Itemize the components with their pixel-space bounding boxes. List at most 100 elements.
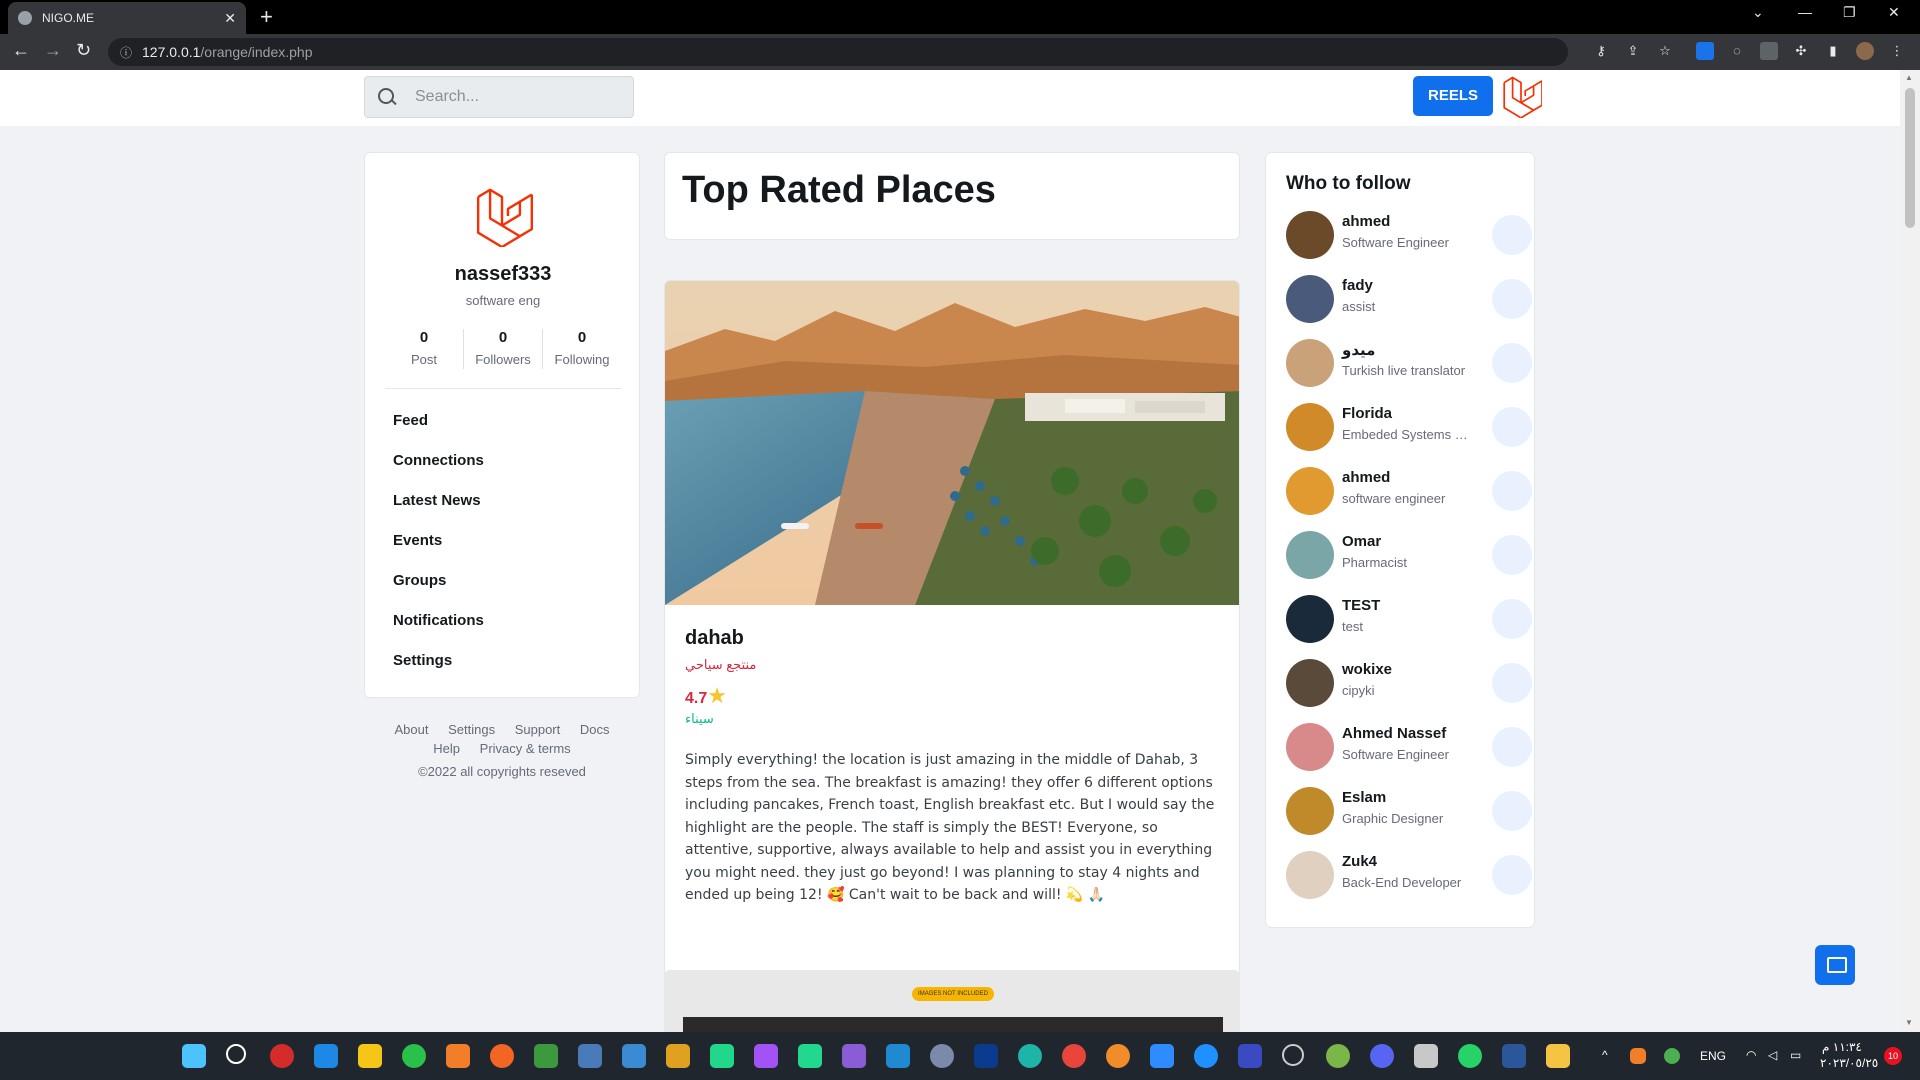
extensions-puzzle-icon[interactable]: ✣ xyxy=(1792,42,1810,60)
bookmark-star-icon[interactable]: ☆ xyxy=(1656,42,1674,60)
avatar[interactable] xyxy=(1286,787,1334,835)
app-icon-whatsapp[interactable] xyxy=(1458,1044,1482,1068)
avatar[interactable] xyxy=(1286,851,1334,899)
app-icon-vscode[interactable] xyxy=(886,1044,910,1068)
tab-search-chevron-icon[interactable]: ⌄ xyxy=(1752,4,1764,21)
follow-suggestion[interactable]: Ahmed Nassef Software Engineer xyxy=(1286,721,1532,773)
suggestion-name[interactable]: TEST xyxy=(1342,597,1380,614)
follow-suggestion[interactable]: ahmed Software Engineer xyxy=(1286,209,1532,261)
app-icon-store[interactable] xyxy=(314,1044,338,1068)
suggestion-name[interactable]: wokixe xyxy=(1342,661,1392,678)
app-icon-pycharm[interactable] xyxy=(710,1044,734,1068)
avatar[interactable] xyxy=(1286,467,1334,515)
reels-button[interactable]: REELS xyxy=(1413,76,1493,116)
profile-name[interactable]: nassef333 xyxy=(365,263,641,286)
footer-link-privacy[interactable]: Privacy & terms xyxy=(480,741,571,756)
app-icon-t[interactable] xyxy=(270,1044,294,1068)
search-box[interactable] xyxy=(364,76,634,118)
follow-button[interactable] xyxy=(1492,599,1532,639)
app-icon-firefox[interactable] xyxy=(1106,1044,1130,1068)
follow-suggestion[interactable]: Florida Embeded Systems Engineer xyxy=(1286,401,1532,453)
laravel-logo-icon[interactable] xyxy=(1500,74,1542,118)
avatar[interactable] xyxy=(1286,723,1334,771)
scrollbar-thumb[interactable] xyxy=(1905,88,1915,228)
key-icon[interactable]: ⚷ xyxy=(1592,42,1610,60)
follow-button[interactable] xyxy=(1492,855,1532,895)
app-icon-nordpass[interactable] xyxy=(1238,1044,1262,1068)
follow-suggestion[interactable]: ahmed software engineer xyxy=(1286,465,1532,517)
suggestion-name[interactable]: Florida xyxy=(1342,405,1392,422)
footer-link-about[interactable]: About xyxy=(394,722,428,737)
footer-link-help[interactable]: Help xyxy=(433,741,460,756)
footer-link-settings[interactable]: Settings xyxy=(448,722,495,737)
tray-network-icon[interactable] xyxy=(1664,1048,1680,1064)
app-icon-git[interactable] xyxy=(666,1044,690,1068)
app-icon-file-explorer[interactable] xyxy=(1546,1044,1570,1068)
menu-item-connections[interactable]: Connections xyxy=(393,451,484,491)
menu-item-events[interactable]: Events xyxy=(393,531,484,571)
suggestion-name[interactable]: Zuk4 xyxy=(1342,853,1377,870)
clock-date[interactable]: ٢٠٢٣/٠٥/٢٥ xyxy=(1820,1056,1878,1070)
taskbar-search-icon[interactable] xyxy=(226,1044,246,1064)
follow-suggestion[interactable]: Eslam Graphic Designer xyxy=(1286,785,1532,837)
follow-button[interactable] xyxy=(1492,215,1532,255)
footer-link-support[interactable]: Support xyxy=(515,722,561,737)
follow-button[interactable] xyxy=(1492,727,1532,767)
follow-suggestion[interactable]: fady assist xyxy=(1286,273,1532,325)
avatar[interactable] xyxy=(1286,339,1334,387)
suggestion-name[interactable]: ahmed xyxy=(1342,469,1390,486)
suggestion-name[interactable]: ahmed xyxy=(1342,213,1390,230)
app-icon-node[interactable] xyxy=(534,1044,558,1068)
scroll-down-icon[interactable]: ▼ xyxy=(1905,1018,1913,1027)
app-icon-multi[interactable] xyxy=(622,1044,646,1068)
follow-button[interactable] xyxy=(1492,343,1532,383)
menu-item-latest-news[interactable]: Latest News xyxy=(393,491,484,531)
notification-count-badge[interactable]: 10 xyxy=(1884,1047,1902,1065)
page-scrollbar[interactable]: ▲ ▼ xyxy=(1900,70,1920,1032)
search-input[interactable] xyxy=(415,88,615,106)
menu-item-groups[interactable]: Groups xyxy=(393,571,484,611)
follow-button[interactable] xyxy=(1492,471,1532,511)
language-indicator[interactable]: ENG xyxy=(1700,1049,1726,1063)
app-icon-miro[interactable] xyxy=(358,1044,382,1068)
follow-button[interactable] xyxy=(1492,279,1532,319)
menu-item-feed[interactable]: Feed xyxy=(393,411,484,451)
app-icon-discord[interactable] xyxy=(1370,1044,1394,1068)
app-icon-word[interactable] xyxy=(1502,1044,1526,1068)
avatar[interactable] xyxy=(1286,595,1334,643)
suggestion-name[interactable]: fady xyxy=(1342,277,1373,294)
windows-start-icon[interactable] xyxy=(182,1044,206,1068)
extension-m-icon[interactable] xyxy=(1760,42,1778,60)
chat-button[interactable] xyxy=(1815,945,1855,985)
extension-circle-icon[interactable]: ◌ xyxy=(1728,42,1746,60)
menu-item-notifications[interactable]: Notifications xyxy=(393,611,484,651)
restore-icon[interactable]: ❐ xyxy=(1843,4,1856,21)
place-name[interactable]: dahab xyxy=(685,627,744,650)
app-icon-network[interactable] xyxy=(578,1044,602,1068)
volume-icon[interactable]: ◁ xyxy=(1768,1048,1777,1062)
footer-link-docs[interactable]: Docs xyxy=(580,722,610,737)
profile-avatar[interactable] xyxy=(1856,42,1874,60)
site-info-icon[interactable]: ⓘ xyxy=(120,44,132,61)
follow-suggestion[interactable]: Omar Pharmacist xyxy=(1286,529,1532,581)
scroll-up-icon[interactable]: ▲ xyxy=(1905,73,1913,82)
app-icon-edge[interactable] xyxy=(1018,1044,1042,1068)
forward-icon[interactable]: → xyxy=(44,40,62,61)
tray-chevron-icon[interactable]: ^ xyxy=(1602,1048,1608,1062)
clock-time[interactable]: ١١:٣٤ م xyxy=(1822,1040,1862,1054)
browser-menu-icon[interactable]: ⋮ xyxy=(1888,42,1906,60)
avatar[interactable] xyxy=(1286,531,1334,579)
tab-close-icon[interactable]: ✕ xyxy=(224,10,236,27)
reload-icon[interactable]: ↻ xyxy=(76,40,91,61)
back-icon[interactable]: ← xyxy=(12,40,30,61)
suggestion-name[interactable]: Eslam xyxy=(1342,789,1386,806)
suggestion-name[interactable]: Omar xyxy=(1342,533,1381,550)
app-icon-postman[interactable] xyxy=(490,1044,514,1068)
follow-suggestion[interactable]: TEST test xyxy=(1286,593,1532,645)
minimize-icon[interactable]: — xyxy=(1798,4,1812,20)
app-icon-cam[interactable] xyxy=(1414,1044,1438,1068)
follow-button[interactable] xyxy=(1492,407,1532,447)
app-icon-xampp[interactable] xyxy=(446,1044,470,1068)
avatar[interactable] xyxy=(1286,403,1334,451)
app-icon-unity[interactable] xyxy=(1282,1044,1304,1066)
